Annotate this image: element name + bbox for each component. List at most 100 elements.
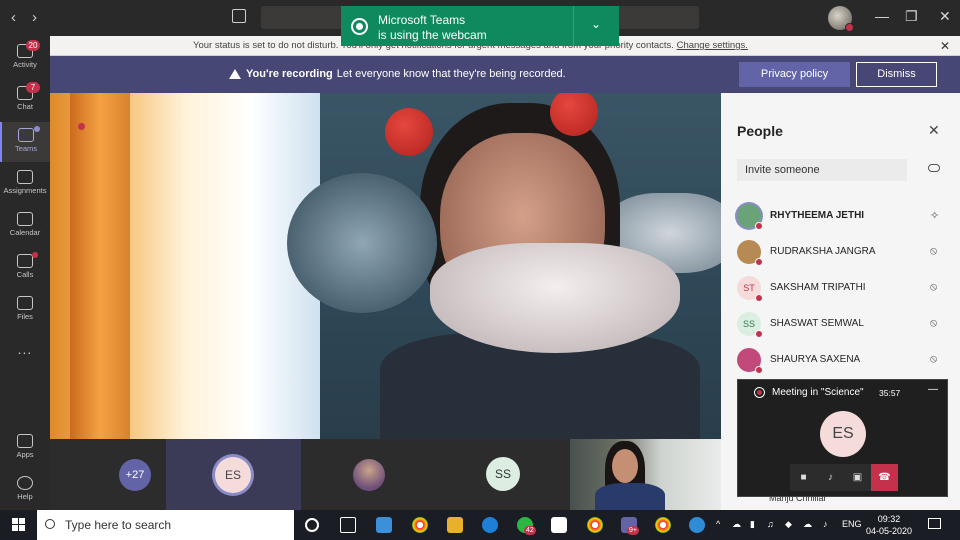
recording-bold: You're recording xyxy=(246,68,333,80)
rail-item-calendar[interactable]: Calendar xyxy=(0,206,50,246)
notification-center-icon[interactable] xyxy=(928,518,941,529)
close-window-icon[interactable]: ✕ xyxy=(939,8,951,25)
back-arrow-icon[interactable]: ‹ xyxy=(11,9,16,26)
participant-tile-photo[interactable] xyxy=(301,439,436,510)
self-video-body xyxy=(595,483,665,510)
store-icon[interactable] xyxy=(551,517,567,533)
chrome-icon[interactable] xyxy=(412,517,428,533)
mail-icon[interactable] xyxy=(376,517,392,533)
change-settings-link[interactable]: Change settings. xyxy=(677,40,748,51)
folder-icon[interactable] xyxy=(447,517,463,533)
chrome-icon[interactable] xyxy=(587,517,603,533)
rail-label: Assignments xyxy=(3,186,47,195)
list-item[interactable]: SHAURYA SAXENA ⦸ xyxy=(737,345,952,375)
system-clock[interactable]: 09:32 04-05-2020 xyxy=(866,513,912,537)
cortana-icon[interactable] xyxy=(305,518,319,532)
list-item[interactable]: SS SHASWAT SEMWAL ⦸ xyxy=(737,309,952,339)
invite-input[interactable]: Invite someone xyxy=(737,159,907,181)
mic-off-icon[interactable]: ⦸ xyxy=(930,353,937,366)
link-icon[interactable] xyxy=(928,164,940,172)
recording-indicator-icon xyxy=(78,123,85,130)
rail-label: Calendar xyxy=(9,228,41,237)
mic-icon[interactable]: ♪ xyxy=(817,464,844,491)
whatsapp-badge: 42 xyxy=(524,526,536,535)
file-icon xyxy=(17,296,33,310)
phone-icon xyxy=(17,254,33,268)
webcam-icon xyxy=(351,18,368,35)
meeting-mini-window[interactable]: Meeting in "Science" 35:57 — ES ■ ♪ ▣ ☎ xyxy=(737,379,948,497)
hang-up-icon[interactable]: ☎ xyxy=(871,464,898,491)
onedrive-icon[interactable]: ☁ xyxy=(803,519,812,530)
camera-icon[interactable]: ■ xyxy=(790,464,817,491)
rail-item-assignments[interactable]: Assignments xyxy=(0,164,50,204)
chrome-icon[interactable] xyxy=(655,517,671,533)
chat-badge: 7 xyxy=(26,82,40,93)
privacy-policy-button[interactable]: Privacy policy xyxy=(739,62,850,87)
windows-start-icon[interactable] xyxy=(12,518,25,531)
rail-item-teams[interactable]: Teams xyxy=(0,122,50,162)
avatar: SS xyxy=(486,457,520,491)
teams-window: ‹ › Search or type a command — ❐ ✕ Micro… xyxy=(0,0,960,540)
cloud-icon[interactable]: ☁ xyxy=(732,519,741,530)
webcam-toast[interactable]: Microsoft Teams is using the webcam ⌄ xyxy=(341,6,619,46)
overflow-tile[interactable]: +27 xyxy=(50,439,166,510)
list-item[interactable]: RHYTHEEMA JETHI ✧ xyxy=(737,201,952,231)
taskbar-search-placeholder: Type here to search xyxy=(65,518,172,532)
status-icon xyxy=(755,258,763,266)
avatar: ES xyxy=(820,411,866,457)
minimize-icon[interactable]: — xyxy=(875,8,889,24)
rail-item-files[interactable]: Files xyxy=(0,290,50,330)
rail-item-chat[interactable]: Chat 7 xyxy=(0,80,50,120)
apps-icon xyxy=(17,434,33,448)
avatar xyxy=(353,459,385,491)
rail-item-activity[interactable]: Activity 20 xyxy=(0,38,50,78)
task-view-icon[interactable] xyxy=(340,517,356,533)
participant-tile-ss[interactable]: SS xyxy=(436,439,570,510)
speaker-icon[interactable]: ♪ xyxy=(823,519,828,529)
activity-badge: 20 xyxy=(26,40,40,51)
windows-taskbar: Type here to search 42 9+ ^ ☁ ▮ ♫ ◆ ☁ ♪ … xyxy=(0,510,960,540)
mic-off-icon[interactable]: ⦸ xyxy=(930,245,937,258)
rail-item-help[interactable]: Help xyxy=(0,470,50,510)
tray-arrow-icon[interactable]: ^ xyxy=(716,519,720,529)
chevron-down-icon[interactable]: ⌄ xyxy=(591,17,601,31)
overflow-count[interactable]: +27 xyxy=(119,459,151,491)
meeting-title: Meeting in "Science" xyxy=(772,387,864,398)
avatar xyxy=(737,240,763,266)
share-screen-icon[interactable]: ▣ xyxy=(844,464,871,491)
mic-off-icon[interactable]: ⦸ xyxy=(930,317,937,330)
status-icon xyxy=(755,366,763,374)
status-icon xyxy=(755,294,763,302)
avatar: ST xyxy=(737,276,763,302)
maximize-icon[interactable]: ❐ xyxy=(905,8,918,25)
close-icon[interactable]: ✕ xyxy=(928,122,940,139)
more-apps-icon[interactable]: ... xyxy=(0,341,50,357)
volume-icon[interactable]: ♫ xyxy=(767,519,774,529)
rail-label: Apps xyxy=(16,450,34,459)
taskbar-search-input[interactable]: Type here to search xyxy=(37,510,294,540)
rail-item-apps[interactable]: Apps xyxy=(0,428,50,468)
participant-name: SHAURYA SAXENA xyxy=(770,354,861,365)
compose-icon[interactable] xyxy=(232,9,246,23)
forward-arrow-icon[interactable]: › xyxy=(32,9,37,26)
user-avatar[interactable] xyxy=(828,6,854,32)
mic-off-icon[interactable]: ⦸ xyxy=(930,281,937,294)
mic-icon[interactable]: ✧ xyxy=(930,209,939,222)
dismiss-button[interactable]: Dismiss xyxy=(856,62,937,87)
recording-banner: You're recording Let everyone know that t… xyxy=(50,56,960,93)
assignments-icon xyxy=(17,170,33,184)
edge-icon[interactable] xyxy=(482,517,498,533)
search-icon xyxy=(45,519,55,529)
self-video-tile[interactable] xyxy=(570,439,721,510)
list-item[interactable]: ST SAKSHAM TRIPATHI ⦸ xyxy=(737,273,952,303)
minimize-icon[interactable]: — xyxy=(928,384,938,395)
recording-message: You're recording Let everyone know that t… xyxy=(246,68,566,80)
rail-item-calls[interactable]: Calls xyxy=(0,248,50,288)
dropbox-icon[interactable]: ◆ xyxy=(785,519,792,530)
participant-tile-es[interactable]: ES xyxy=(166,439,301,510)
list-item[interactable]: RUDRAKSHA JANGRA ⦸ xyxy=(737,237,952,267)
close-icon[interactable]: ✕ xyxy=(940,36,950,56)
network-icon[interactable]: ▮ xyxy=(750,519,755,530)
help-app-icon[interactable] xyxy=(689,517,705,533)
language-indicator[interactable]: ENG xyxy=(842,519,862,529)
